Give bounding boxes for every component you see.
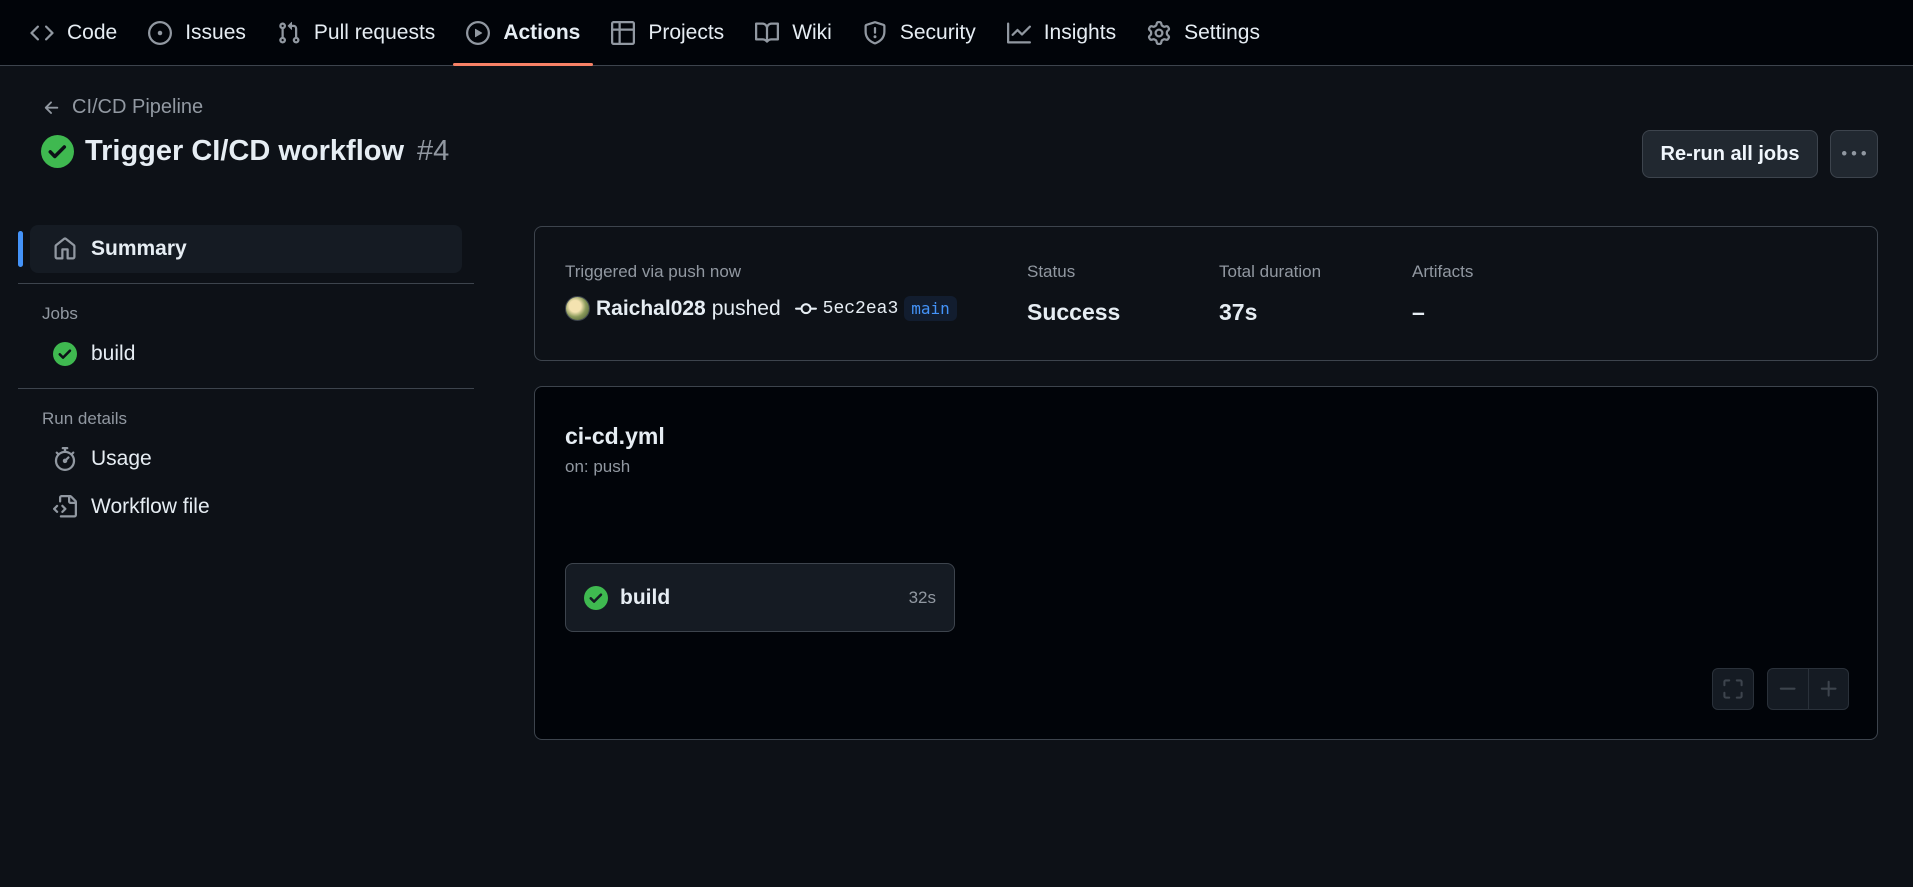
zoom-out-button[interactable] — [1768, 669, 1808, 709]
branch-badge[interactable]: main — [904, 296, 957, 321]
dash-icon — [1779, 687, 1796, 690]
screen-full-icon — [1723, 679, 1743, 699]
job-label: build — [91, 342, 136, 365]
back-link-label: CI/CD Pipeline — [72, 96, 204, 118]
trigger-info: Triggered via push now Raichal028 pushed… — [565, 262, 957, 321]
run-sidebar: Summary Jobs build Run details Usage Wor… — [18, 225, 474, 531]
run-title-text: Trigger CI/CD workflow — [85, 135, 405, 167]
table-icon — [611, 20, 636, 45]
workflow-file-label: Workflow file — [91, 495, 210, 518]
tab-insights-label: Insights — [1043, 20, 1117, 44]
trigger-label: Triggered via push now — [565, 262, 742, 281]
job-card-build[interactable]: build 32s — [565, 563, 955, 632]
tab-projects[interactable]: Projects — [598, 0, 737, 65]
jobs-heading: Jobs — [42, 304, 78, 323]
action-text: pushed — [711, 296, 781, 320]
git-pull-request-icon — [279, 21, 300, 44]
check-circle-fill-icon — [41, 135, 74, 168]
usage-label: Usage — [91, 447, 152, 470]
git-commit-icon — [794, 302, 817, 314]
tab-wiki[interactable]: Wiki — [742, 0, 845, 65]
graph-icon — [1006, 22, 1031, 43]
commit-link[interactable]: 5ec2ea3 — [794, 298, 899, 320]
sidebar-item-usage[interactable]: Usage — [30, 435, 462, 483]
workflow-trigger: on: push — [565, 457, 631, 476]
tab-code[interactable]: Code — [17, 0, 130, 65]
stopwatch-icon — [54, 447, 76, 471]
workflow-graph: ci-cd.yml on: push build 32s — [534, 386, 1878, 740]
book-icon — [755, 21, 780, 43]
job-card-duration: 32s — [908, 587, 936, 607]
zoom-controls — [1767, 668, 1849, 710]
file-code-icon — [53, 495, 77, 518]
zoom-in-button[interactable] — [1808, 669, 1848, 709]
tab-projects-label: Projects — [648, 20, 725, 44]
fullscreen-button[interactable] — [1712, 668, 1754, 710]
job-card-name: build — [620, 585, 671, 609]
tab-actions-label: Actions — [503, 20, 581, 44]
artifacts-value: – — [1412, 299, 1425, 325]
sidebar-item-summary-label: Summary — [91, 237, 187, 260]
status-label: Status — [1027, 262, 1076, 281]
tab-issues[interactable]: Issues — [135, 0, 259, 65]
sidebar-divider — [18, 388, 474, 389]
duration-value: 37s — [1219, 299, 1258, 325]
sidebar-divider — [18, 283, 474, 284]
tab-insights[interactable]: Insights — [994, 0, 1129, 65]
home-icon — [54, 237, 76, 260]
issue-opened-icon — [148, 20, 173, 45]
artifacts-info: Artifacts – — [1412, 262, 1473, 326]
check-circle-fill-icon — [53, 342, 77, 366]
commit-sha: 5ec2ea3 — [822, 298, 899, 319]
tab-pull-requests-label: Pull requests — [313, 20, 436, 44]
avatar[interactable] — [565, 296, 590, 321]
check-circle-fill-icon — [584, 585, 608, 610]
tab-settings[interactable]: Settings — [1134, 0, 1273, 65]
gear-icon — [1147, 20, 1171, 45]
sidebar-item-workflow-file[interactable]: Workflow file — [30, 483, 462, 531]
page-title: Trigger CI/CD workflow #4 — [41, 135, 449, 168]
tab-actions[interactable]: Actions — [453, 0, 594, 66]
duration-info: Total duration 37s — [1219, 262, 1321, 326]
plus-icon — [1820, 680, 1837, 697]
artifacts-label: Artifacts — [1412, 262, 1474, 281]
tab-code-label: Code — [67, 20, 118, 44]
tab-wiki-label: Wiki — [792, 20, 832, 44]
sidebar-item-job-build[interactable]: build — [30, 330, 462, 378]
more-options-button[interactable] — [1830, 130, 1878, 178]
tab-security[interactable]: Security — [850, 0, 989, 65]
rerun-all-jobs-button[interactable]: Re-run all jobs — [1642, 130, 1818, 178]
run-number: #4 — [417, 135, 450, 167]
shield-icon — [864, 20, 886, 45]
arrow-left-icon — [44, 100, 59, 114]
status-value: Success — [1027, 299, 1121, 325]
workflow-file-name[interactable]: ci-cd.yml — [565, 423, 665, 450]
run-summary-card: Triggered via push now Raichal028 pushed… — [534, 226, 1878, 361]
back-to-workflow-link[interactable]: CI/CD Pipeline — [42, 96, 203, 119]
actor-link[interactable]: Raichal028 — [596, 297, 706, 321]
repo-nav: Code Issues Pull requests Actions Projec… — [0, 0, 1913, 66]
sidebar-item-summary[interactable]: Summary — [18, 225, 462, 273]
kebab-horizontal-icon — [1842, 151, 1866, 156]
duration-label: Total duration — [1219, 262, 1322, 281]
code-icon — [30, 24, 54, 41]
status-info: Status Success — [1027, 262, 1120, 326]
tab-pull-requests[interactable]: Pull requests — [264, 0, 448, 65]
play-icon — [466, 20, 491, 45]
tab-security-label: Security — [899, 20, 976, 44]
run-details-heading: Run details — [42, 409, 128, 428]
tab-issues-label: Issues — [185, 20, 246, 44]
tab-settings-label: Settings — [1184, 20, 1260, 44]
